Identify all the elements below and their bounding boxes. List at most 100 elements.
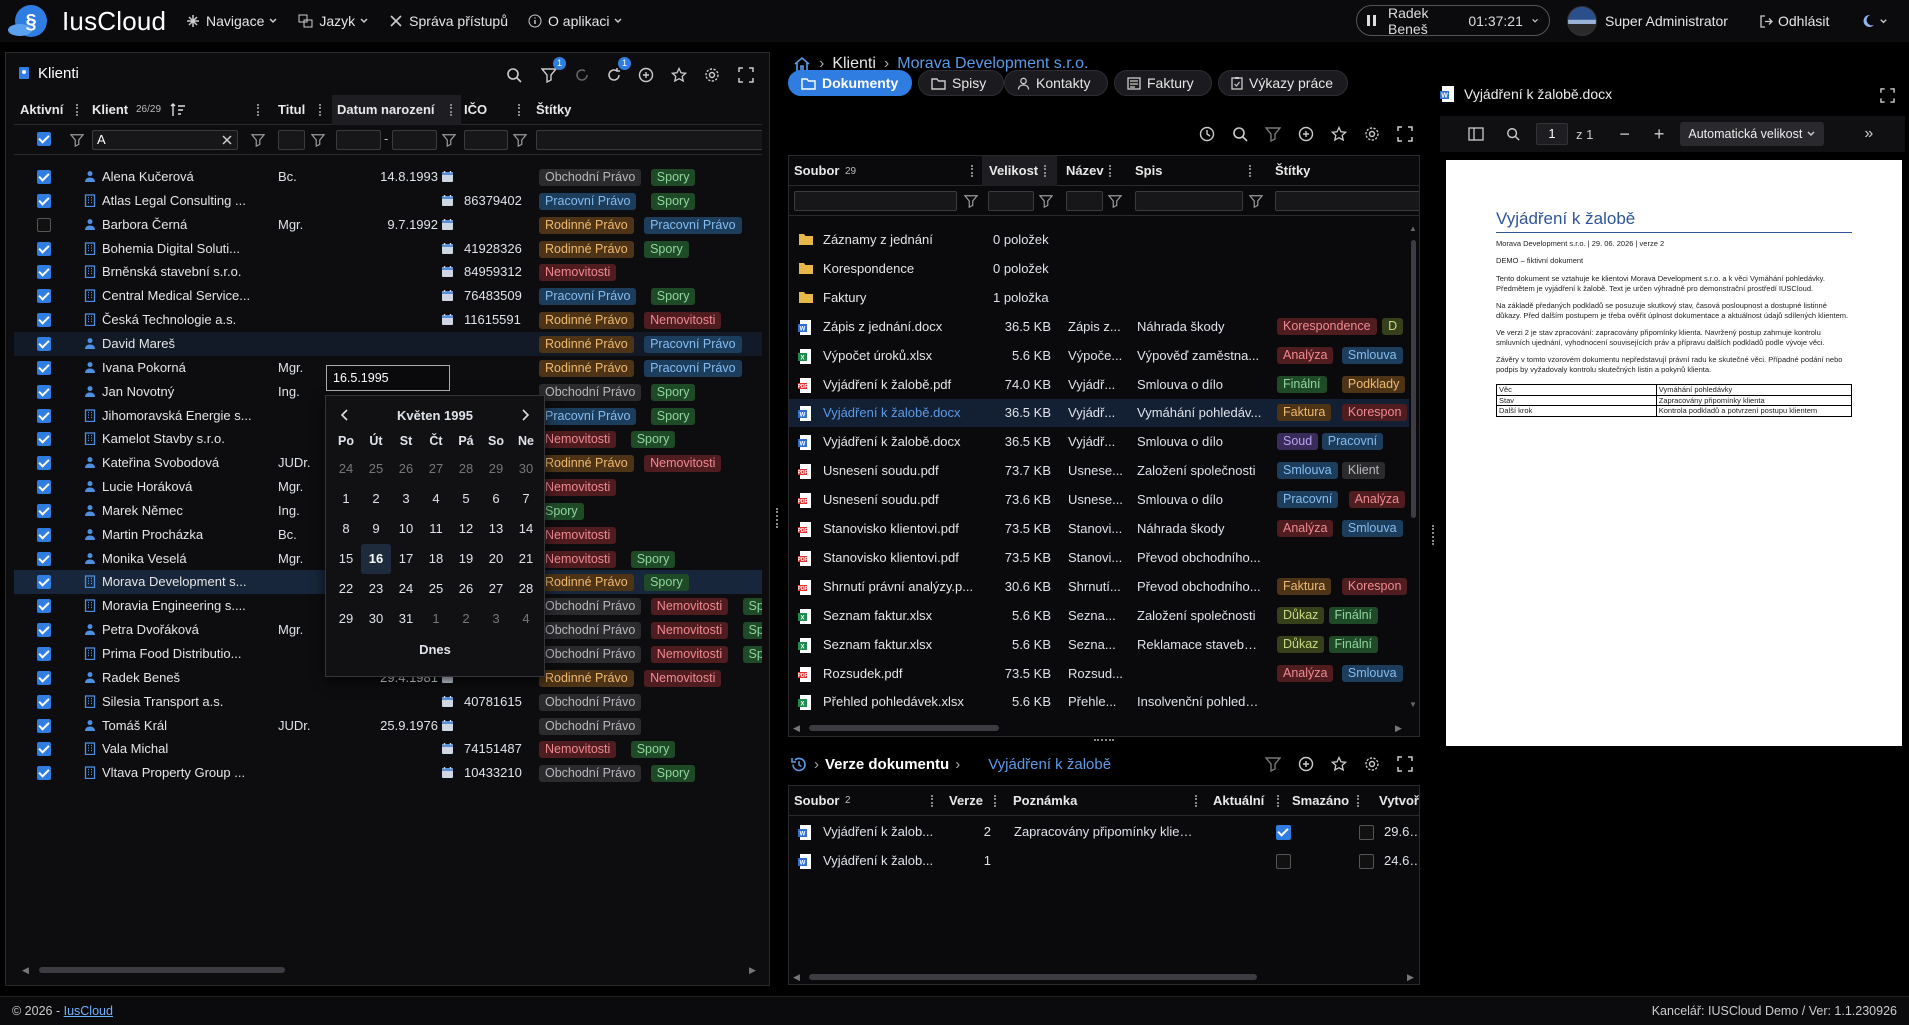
table-row[interactable]: Central Medical Service... 76483509 Pracov… bbox=[14, 284, 762, 308]
calendar-day[interactable]: 24 bbox=[391, 574, 421, 604]
col-note[interactable]: Poznámka bbox=[1013, 786, 1077, 816]
calendar-day[interactable]: 24 bbox=[331, 454, 361, 484]
fullscreen-icon[interactable] bbox=[1397, 756, 1413, 772]
calendar-icon[interactable] bbox=[441, 194, 455, 208]
col-deleted[interactable]: Smazáno bbox=[1292, 786, 1349, 816]
file-name[interactable]: Stanovisko klientovi.pdf bbox=[823, 515, 978, 543]
menu-about[interactable]: O aplikaci bbox=[518, 0, 633, 42]
file-name[interactable]: Seznam faktur.xlsx bbox=[823, 602, 978, 630]
client-name-filter[interactable]: A bbox=[92, 130, 238, 150]
star-icon[interactable] bbox=[1331, 756, 1347, 772]
table-row[interactable]: PDF Usnesení soudu.pdf 73.6 KB Usnese... Sml… bbox=[789, 486, 1409, 514]
active-checkbox[interactable] bbox=[37, 694, 51, 709]
client-name[interactable]: David Mareš bbox=[102, 332, 252, 356]
versions-doc-link[interactable]: Vyjádření k žalobě bbox=[988, 756, 1111, 773]
active-checkbox[interactable] bbox=[37, 599, 51, 614]
sort-asc-icon[interactable] bbox=[170, 103, 186, 117]
calendar-day[interactable]: 25 bbox=[421, 574, 451, 604]
filter-icon[interactable] bbox=[513, 133, 527, 147]
active-checkbox[interactable] bbox=[37, 360, 51, 375]
menu-access[interactable]: Správa přístupů bbox=[379, 0, 518, 42]
col-menu-handle[interactable] bbox=[1357, 795, 1360, 807]
col-menu-handle[interactable] bbox=[76, 104, 79, 116]
calendar-month[interactable]: Květen 1995 bbox=[397, 408, 473, 423]
calendar-day[interactable]: 1 bbox=[421, 604, 451, 634]
scroll-up-arrow[interactable]: ▲ bbox=[1409, 224, 1417, 233]
client-name[interactable]: Jan Novotný bbox=[102, 380, 252, 404]
filter-icon[interactable] bbox=[311, 133, 325, 147]
col-version[interactable]: Verze bbox=[949, 786, 983, 816]
col-menu-handle[interactable] bbox=[1195, 795, 1198, 807]
gear-icon[interactable] bbox=[1364, 756, 1380, 772]
active-checkbox[interactable] bbox=[37, 408, 51, 423]
col-tags[interactable]: Štítky bbox=[536, 95, 571, 125]
calendar-day[interactable]: 6 bbox=[481, 484, 511, 514]
file-name[interactable]: Zápis z jednání.docx bbox=[823, 313, 978, 341]
calendar-icon[interactable] bbox=[441, 766, 455, 780]
star-icon[interactable] bbox=[671, 67, 687, 83]
filter-icon[interactable] bbox=[1265, 126, 1281, 142]
scroll-thumb[interactable] bbox=[1411, 240, 1416, 518]
panel-splitter[interactable] bbox=[776, 508, 779, 528]
table-row[interactable]: PDF Rozsudek.pdf 73.5 KB Rozsud... Analýza Sm… bbox=[789, 660, 1409, 688]
documents-vscrollbar[interactable]: ▲ ▼ bbox=[1409, 224, 1418, 712]
col-file[interactable]: Soubor bbox=[794, 156, 840, 186]
current-checkbox[interactable] bbox=[1276, 854, 1291, 869]
client-name[interactable]: Martin Procházka bbox=[102, 523, 252, 547]
zoom-in-button[interactable]: + bbox=[1654, 124, 1665, 145]
select-all-checkbox[interactable] bbox=[37, 132, 51, 146]
table-row[interactable]: X Seznam faktur.xlsx 5.6 KB Sezna... Založen… bbox=[789, 602, 1409, 630]
calendar-day[interactable]: 12 bbox=[451, 514, 481, 544]
active-checkbox[interactable] bbox=[37, 241, 51, 256]
deleted-checkbox[interactable] bbox=[1359, 854, 1374, 869]
calendar-day[interactable]: 29 bbox=[331, 604, 361, 634]
chevron-left-icon[interactable] bbox=[340, 409, 350, 421]
tab-contacts[interactable]: Kontakty bbox=[1004, 70, 1108, 96]
file-name[interactable]: Záznamy z jednání bbox=[823, 226, 978, 254]
calendar-icon[interactable] bbox=[441, 242, 455, 256]
client-name[interactable]: Ivana Pokorná bbox=[102, 356, 252, 380]
active-checkbox[interactable] bbox=[37, 527, 51, 542]
table-row[interactable]: Atlas Legal Consulting ... 86379402 Pracov… bbox=[14, 189, 762, 213]
fullscreen-icon[interactable] bbox=[1880, 88, 1895, 103]
calendar-day[interactable]: 13 bbox=[481, 514, 511, 544]
tab-cases[interactable]: Spisy bbox=[918, 70, 1004, 96]
active-checkbox[interactable] bbox=[37, 432, 51, 447]
col-name[interactable]: Název bbox=[1066, 156, 1104, 186]
client-name[interactable]: Alena Kučerová bbox=[102, 165, 252, 189]
filter-icon[interactable] bbox=[1249, 194, 1263, 208]
col-created[interactable]: Vytvoř bbox=[1379, 786, 1419, 816]
active-checkbox[interactable] bbox=[37, 336, 51, 351]
client-name[interactable]: Tomáš Král bbox=[102, 714, 252, 738]
calendar-day[interactable]: 28 bbox=[511, 574, 541, 604]
active-checkbox[interactable] bbox=[37, 265, 51, 280]
filter-icon[interactable] bbox=[251, 133, 265, 147]
file-name[interactable]: Stanovisko klientovi.pdf bbox=[823, 544, 978, 572]
logout-button[interactable]: Odhlásit bbox=[1760, 0, 1829, 42]
file-name[interactable]: Usnesení soudu.pdf bbox=[823, 486, 978, 514]
documents-hscrollbar[interactable] bbox=[809, 725, 999, 731]
calendar-day[interactable]: 30 bbox=[361, 604, 391, 634]
client-name[interactable]: Brněnská stavební s.r.o. bbox=[102, 260, 252, 284]
calendar-day[interactable]: 26 bbox=[451, 574, 481, 604]
table-row[interactable]: Záznamy z jednání 0 položek bbox=[789, 226, 1409, 254]
active-checkbox[interactable] bbox=[37, 670, 51, 685]
file-name[interactable]: Seznam faktur.xlsx bbox=[823, 631, 978, 659]
client-name[interactable]: Silesia Transport a.s. bbox=[102, 690, 252, 714]
table-row[interactable]: PDF Shrnutí právní analýzy.p... 30.6 KB Shr… bbox=[789, 573, 1409, 601]
calendar-day[interactable]: 27 bbox=[481, 574, 511, 604]
table-row[interactable]: Barbora Černá Mgr. 9.7.1992 Rodinné Právo Pr… bbox=[14, 213, 762, 237]
col-menu-handle[interactable] bbox=[450, 104, 453, 116]
clear-icon[interactable] bbox=[222, 135, 232, 145]
table-row[interactable]: W Vyjádření k žalobě.docx 36.5 KB Vyjádř...… bbox=[789, 399, 1409, 428]
calendar-day[interactable]: 29 bbox=[481, 454, 511, 484]
calendar-day[interactable]: 5 bbox=[451, 484, 481, 514]
zoom-select[interactable]: Automatická velikost bbox=[1680, 122, 1825, 146]
star-icon[interactable] bbox=[1331, 126, 1347, 142]
gear-icon[interactable] bbox=[1364, 126, 1380, 142]
menu-language[interactable]: Jazyk bbox=[288, 0, 379, 42]
table-row[interactable]: Brněnská stavební s.r.o. 84959312 Nemovito… bbox=[14, 260, 762, 284]
client-name[interactable]: Jihomoravská Energie s... bbox=[102, 404, 252, 428]
active-checkbox[interactable] bbox=[37, 313, 51, 328]
current-checkbox[interactable] bbox=[1276, 825, 1291, 840]
